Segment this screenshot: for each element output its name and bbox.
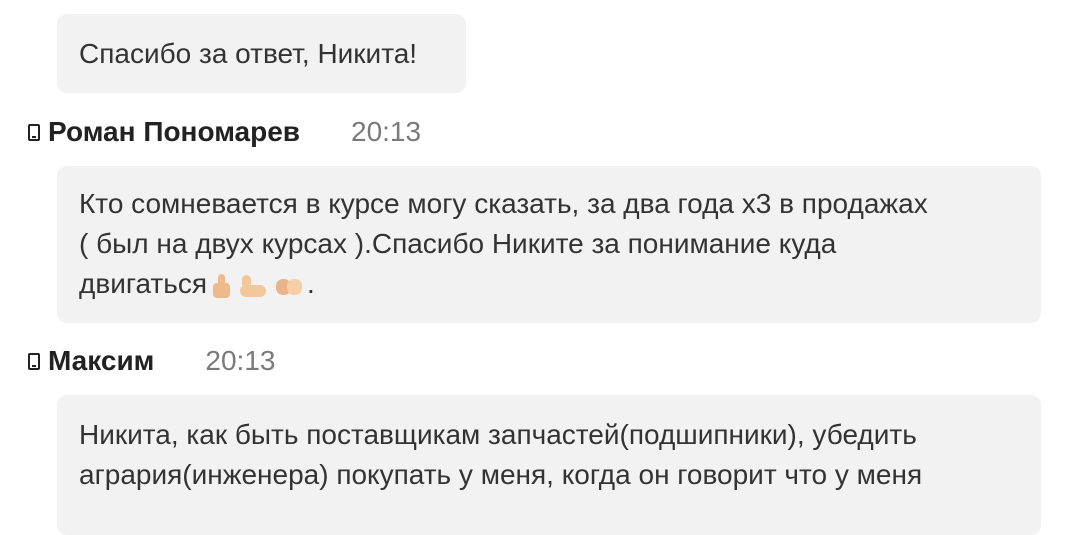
- handshake-icon: [274, 273, 304, 299]
- message-text-line: ( был на двух курсах ).Спасибо Никите за…: [79, 228, 837, 259]
- message-text-line: двигаться.: [79, 264, 1019, 304]
- message-text-fragment: двигаться: [79, 268, 207, 299]
- chat-feed: Спасибо за ответ, Никита! Роман Пономаре…: [0, 0, 1080, 535]
- message-time: 20:13: [351, 116, 422, 147]
- thumbs-up-icon: [210, 273, 232, 299]
- message-header: Максим 20:13: [28, 341, 275, 381]
- message-text-line: Никита, как быть поставщикам запчастей(п…: [79, 419, 917, 450]
- message-text-fragment: .: [306, 268, 315, 299]
- message-text: Спасибо за ответ, Никита!: [79, 38, 418, 69]
- message-text-line: агрария(инженера) покупать у меня, когда…: [79, 459, 923, 490]
- message-header: Роман Пономарев 20:13: [28, 112, 421, 152]
- author-name[interactable]: Максим: [48, 345, 154, 377]
- flexed-biceps-icon: [238, 273, 268, 299]
- message-time: 20:13: [205, 345, 276, 376]
- message-bubble: Кто сомневается в курсе могу сказать, за…: [57, 166, 1041, 323]
- message-text-line: Кто сомневается в курсе могу сказать, за…: [79, 188, 928, 219]
- phone-icon: [28, 352, 40, 370]
- message-bubble: Никита, как быть поставщикам запчастей(п…: [57, 395, 1041, 535]
- phone-icon: [28, 123, 40, 141]
- author-name[interactable]: Роман Пономарев: [48, 116, 300, 148]
- message-bubble: Спасибо за ответ, Никита!: [57, 14, 466, 93]
